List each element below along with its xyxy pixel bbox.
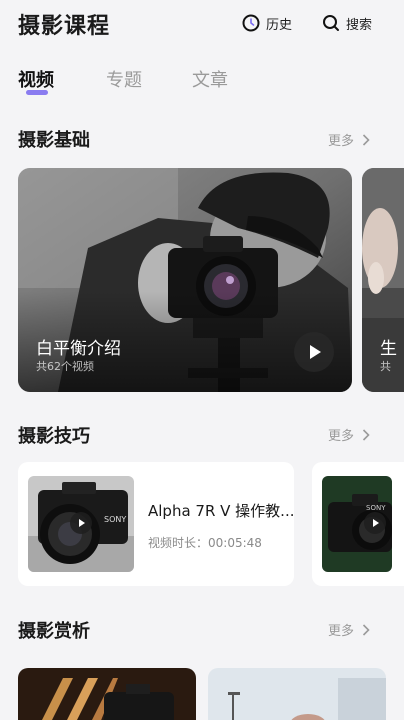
course-card[interactable]: 白平衡介绍 共62个视频 <box>18 168 352 392</box>
svg-text:SONY: SONY <box>104 515 126 524</box>
chevron-right-icon <box>362 133 370 146</box>
tutorial-thumbnail: SONY <box>28 476 134 572</box>
tutorial-card[interactable]: SONY Alpha 7R V 操作教... 视频时长：00:05:48 <box>18 462 295 586</box>
chevron-right-icon <box>362 623 370 636</box>
more-label: 更多 <box>327 429 354 444</box>
tutorial-title: Alpha 7R V 操作教... <box>148 502 295 520</box>
svg-text:SONY: SONY <box>366 504 386 512</box>
play-button[interactable] <box>70 512 92 534</box>
gallery-card[interactable] <box>18 668 196 720</box>
course-title: 白平衡介绍 <box>36 339 121 359</box>
tutorial-card[interactable]: SONY <box>312 462 404 586</box>
tab-video[interactable]: 视频 <box>18 66 54 92</box>
section-title-appreciation: 摄影赏析 <box>18 621 90 642</box>
course-title: 生 <box>380 339 397 359</box>
history-button[interactable]: 历史 <box>242 12 292 34</box>
section-title-skills: 摄影技巧 <box>18 426 90 447</box>
tab-articles[interactable]: 文章 <box>192 66 228 92</box>
more-appreciation-button[interactable]: 更多 <box>328 620 370 639</box>
course-card[interactable]: 生 共 <box>362 168 404 392</box>
page-title: 摄影课程 <box>18 14 111 39</box>
section-title-basics: 摄影基础 <box>18 130 90 151</box>
search-label: 搜索 <box>346 17 373 33</box>
play-icon <box>373 519 379 527</box>
tutorial-thumbnail: SONY <box>322 476 392 572</box>
more-basics-button[interactable]: 更多 <box>328 130 370 149</box>
play-button[interactable] <box>364 512 386 534</box>
chevron-right-icon <box>362 428 370 441</box>
play-button[interactable] <box>294 332 334 372</box>
search-button[interactable]: 搜索 <box>322 12 372 34</box>
active-tab-indicator <box>26 90 48 95</box>
history-label: 历史 <box>266 17 293 33</box>
app-header: 摄影课程 历史 搜索 <box>0 0 404 48</box>
more-label: 更多 <box>327 134 354 149</box>
more-label: 更多 <box>327 624 354 639</box>
play-icon <box>79 519 85 527</box>
more-skills-button[interactable]: 更多 <box>328 425 370 444</box>
tab-topics[interactable]: 专题 <box>106 66 142 92</box>
course-subtitle: 共62个视频 <box>36 360 94 373</box>
play-icon <box>310 345 321 359</box>
history-clock-icon <box>242 14 260 32</box>
gallery-photo <box>18 668 196 720</box>
content-tabs: 视频 专题 文章 <box>0 62 404 102</box>
search-icon <box>323 15 339 31</box>
course-subtitle: 共 <box>380 360 391 373</box>
gallery-photo <box>208 668 386 720</box>
tutorial-duration: 视频时长：00:05:48 <box>148 536 262 550</box>
gallery-card[interactable] <box>208 668 386 720</box>
